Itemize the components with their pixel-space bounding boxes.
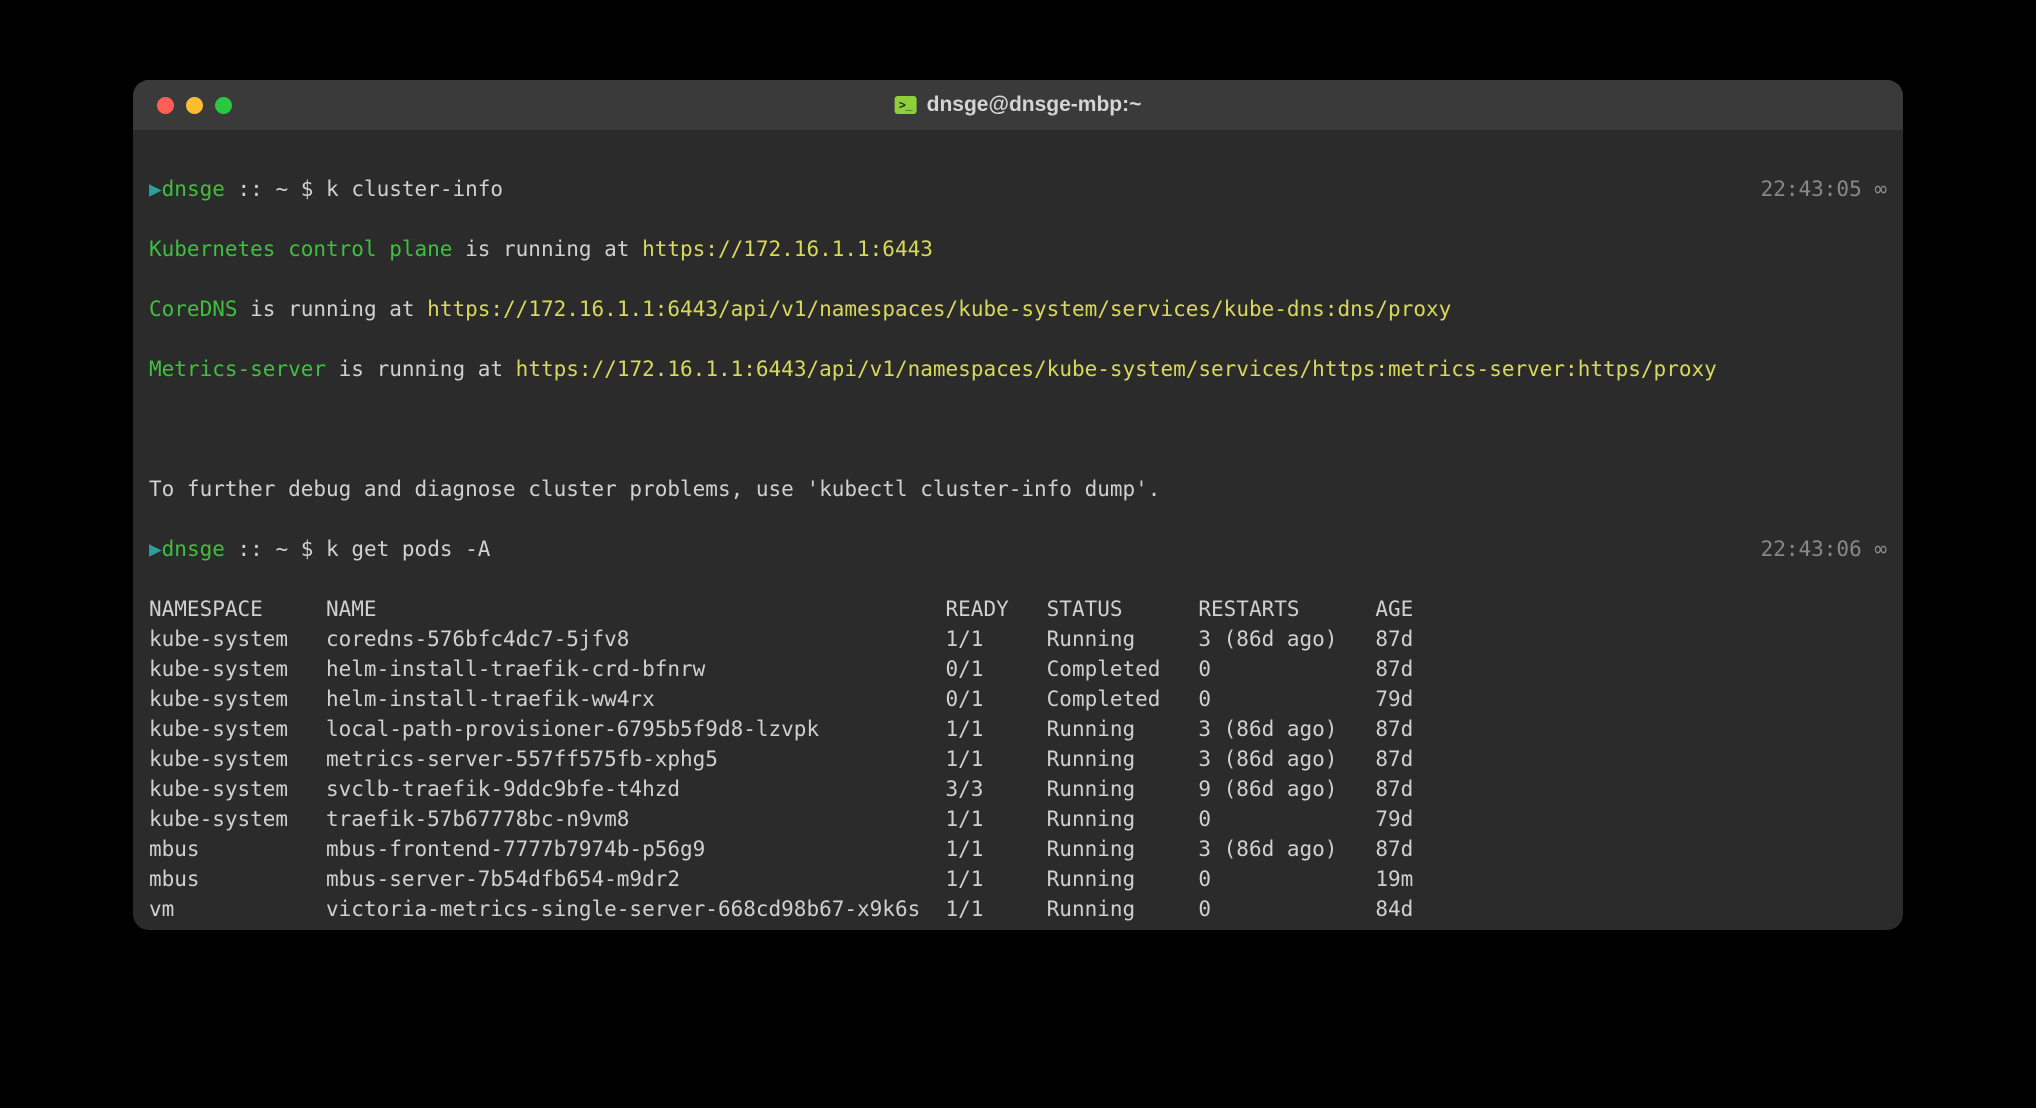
table-row: mbus mbus-frontend-7777b7974b-p56g9 1/1 … [149,834,1887,864]
table-header: NAMESPACE NAME READY STATUS RESTARTS AGE [149,594,1887,624]
table-row: kube-system svclb-traefik-9ddc9bfe-t4hzd… [149,774,1887,804]
prompt-user: dnsge [162,177,225,201]
prompt-path: ~ [275,177,288,201]
table-row: kube-system metrics-server-557ff575fb-xp… [149,744,1887,774]
output-line: Kubernetes control plane is running at h… [149,234,1887,264]
output-line: CoreDNS is running at https://172.16.1.1… [149,294,1887,324]
window-title: >_ dnsge@dnsge-mbp:~ [895,93,1142,117]
blank-line [149,414,1887,444]
terminal-window: >_ dnsge@dnsge-mbp:~ ▶dnsge :: ~ $ k clu… [133,80,1903,930]
close-button[interactable] [157,97,174,114]
prompt-path: ~ [275,537,288,561]
command-text: k cluster-info [326,177,503,201]
window-titlebar[interactable]: >_ dnsge@dnsge-mbp:~ [133,80,1903,130]
terminal-icon: >_ [895,96,917,114]
table-row: kube-system local-path-provisioner-6795b… [149,714,1887,744]
command-text: k get pods -A [326,537,490,561]
service-name: Kubernetes control plane [149,237,452,261]
prompt-line: ▶dnsge :: ~ $ k get pods -A22:43:06 ∞ [149,534,1887,564]
traffic-lights [133,97,232,114]
table-row: vm victoria-metrics-single-server-668cd9… [149,894,1887,924]
table-row: kube-system helm-install-traefik-ww4rx 0… [149,684,1887,714]
pods-table: NAMESPACE NAME READY STATUS RESTARTS AGE… [149,594,1887,924]
table-row: mbus mbus-server-7b54dfb654-m9dr2 1/1 Ru… [149,864,1887,894]
table-row: kube-system helm-install-traefik-crd-bfn… [149,654,1887,684]
service-url: https://172.16.1.1:6443 [642,237,933,261]
window-title-text: dnsge@dnsge-mbp:~ [927,93,1142,117]
service-url: https://172.16.1.1:6443/api/v1/namespace… [427,297,1451,321]
terminal-output[interactable]: ▶dnsge :: ~ $ k cluster-info22:43:05 ∞ K… [133,130,1903,930]
service-name: Metrics-server [149,357,326,381]
minimize-button[interactable] [186,97,203,114]
output-line: Metrics-server is running at https://172… [149,354,1887,384]
table-row: kube-system traefik-57b67778bc-n9vm8 1/1… [149,804,1887,834]
prompt-timestamp: 22:43:05 ∞ [1761,174,1887,204]
table-row: kube-system coredns-576bfc4dc7-5jfv8 1/1… [149,624,1887,654]
service-url: https://172.16.1.1:6443/api/v1/namespace… [516,357,1717,381]
prompt-user: dnsge [162,537,225,561]
service-name: CoreDNS [149,297,238,321]
prompt-timestamp: 22:43:06 ∞ [1761,534,1887,564]
maximize-button[interactable] [215,97,232,114]
output-line: To further debug and diagnose cluster pr… [149,474,1887,504]
prompt-line: ▶dnsge :: ~ $ k cluster-info22:43:05 ∞ [149,174,1887,204]
